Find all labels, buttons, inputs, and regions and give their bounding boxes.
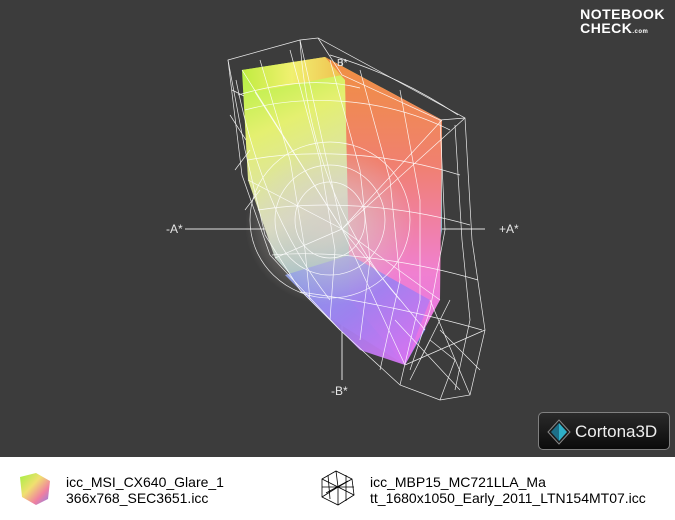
axis-label-pos-b: B*: [337, 58, 348, 69]
axis-label-neg-b: -B*: [331, 384, 348, 398]
axis-label-pos-a: +A*: [499, 222, 519, 236]
brand-suffix: .com: [632, 29, 649, 35]
cortona3d-logo: Cortona3D: [538, 412, 670, 450]
cortona-mark-icon: [547, 419, 571, 445]
legend-mbp-line2: tt_1680x1050_Early_2011_LTN154MT07.icc: [370, 490, 646, 506]
legend-mbp-line1: icc_MBP15_MC721LLA_Ma: [370, 474, 546, 490]
axis-label-neg-a: -A*: [166, 222, 183, 236]
legend-msi-line2: 366x768_SEC3651.icc: [66, 490, 209, 506]
cortona-logo-text: Cortona3D: [575, 422, 658, 441]
solid-gamut-icon: [20, 473, 50, 505]
legend-msi-line1: icc_MSI_CX640_Glare_1: [66, 474, 224, 490]
legend: icc_MSI_CX640_Glare_1 366x768_SEC3651.ic…: [0, 457, 675, 520]
wireframe-gamut-icon: [321, 470, 355, 506]
notebookcheck-logo: NOTEBOOK CHECK.com: [580, 7, 665, 39]
brand-line2: CHECK: [580, 20, 633, 36]
3d-viewer[interactable]: NOTEBOOK CHECK.com -A* +A* -B* B* Corton…: [0, 0, 675, 457]
